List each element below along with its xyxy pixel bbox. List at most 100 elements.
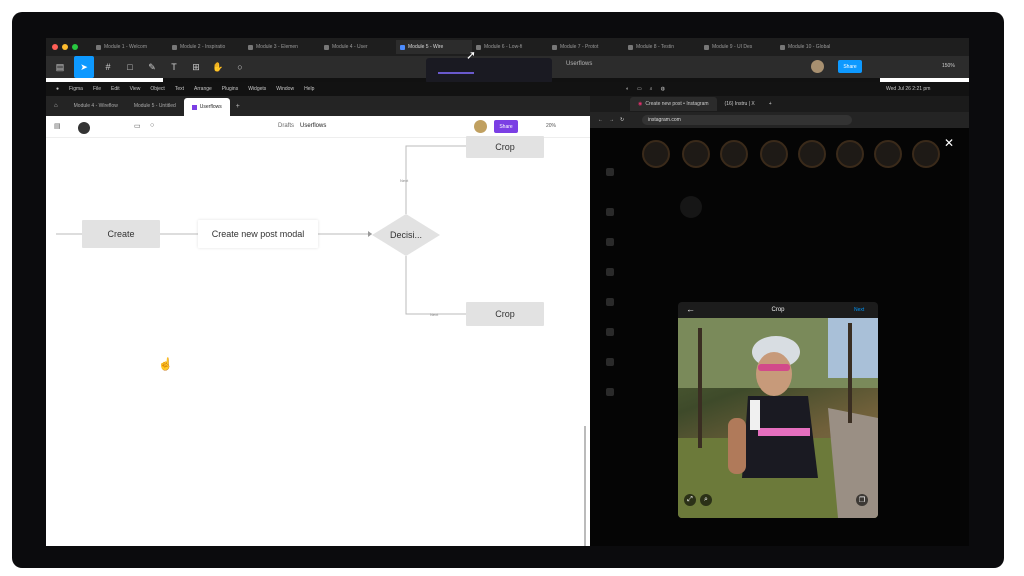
- tab-module-1[interactable]: Module 1 - Welcom: [92, 40, 168, 54]
- story-avatar[interactable]: [836, 140, 864, 168]
- aspect-ratio-icon[interactable]: ⤢: [684, 494, 696, 506]
- maximize-window-icon[interactable]: [72, 44, 78, 50]
- menu-item[interactable]: Arrange: [194, 86, 212, 92]
- frame-tool-icon[interactable]: #: [100, 59, 116, 75]
- nav-icon[interactable]: [606, 388, 614, 396]
- avatar[interactable]: [811, 60, 824, 73]
- menu-item[interactable]: View: [130, 86, 141, 92]
- file-icon: [704, 44, 709, 50]
- clock: Wed Jul 26 2:21 pm: [886, 86, 931, 92]
- file-icon: [628, 44, 633, 50]
- tab-other[interactable]: (16) Instru | X: [717, 97, 763, 111]
- apple-icon[interactable]: ●: [56, 86, 59, 92]
- menu-item[interactable]: Widgets: [248, 86, 266, 92]
- menu-item[interactable]: Text: [175, 86, 184, 92]
- nav-icon[interactable]: [606, 328, 614, 336]
- next-button[interactable]: Next: [854, 307, 864, 313]
- flow-node-decision[interactable]: Decisi...: [372, 214, 440, 256]
- story-avatar[interactable]: [874, 140, 902, 168]
- menu-item[interactable]: Object: [150, 86, 164, 92]
- instagram-browser-window: ◉ Create new post • Instagram (16) Instru…: [590, 96, 969, 546]
- nav-icon[interactable]: [606, 268, 614, 276]
- window-controls: [46, 44, 92, 50]
- menu-item[interactable]: Plugins: [222, 86, 238, 92]
- zoom-icon[interactable]: ⌕: [700, 494, 712, 506]
- tab-module-7[interactable]: Module 7 - Protot: [548, 40, 624, 54]
- comment-tool-icon[interactable]: ○: [232, 59, 248, 75]
- tab-module-5-untitled[interactable]: Module 5 - Untitled: [126, 98, 184, 114]
- tab-module-3[interactable]: Module 3 - Elemen: [244, 40, 320, 54]
- share-button[interactable]: Share: [838, 60, 862, 73]
- tab-module-4-wireflow[interactable]: Module 4 - Wireflow: [66, 98, 126, 114]
- url-field[interactable]: instagram.com: [642, 115, 852, 125]
- file-icon: [248, 44, 253, 50]
- story-avatar[interactable]: [720, 140, 748, 168]
- close-icon[interactable]: ✕: [944, 136, 954, 150]
- move-tool-icon[interactable]: ➤: [74, 56, 94, 78]
- story-avatar[interactable]: [642, 140, 670, 168]
- story-avatar[interactable]: [682, 140, 710, 168]
- tab-userflows[interactable]: Userflows: [183, 98, 230, 116]
- file-icon: [96, 44, 101, 50]
- home-icon[interactable]: ⌂: [46, 103, 66, 109]
- screen: Module 1 - Welcom Module 2 - Inspiratio …: [46, 38, 969, 546]
- scrollbar[interactable]: [584, 426, 586, 546]
- wifi-icon[interactable]: ◐: [626, 86, 629, 92]
- nav-icon[interactable]: [606, 298, 614, 306]
- status-icons: ◐ ▭ ⌕ ◍: [626, 86, 665, 92]
- new-tab-icon[interactable]: +: [230, 103, 246, 110]
- tab-module-6[interactable]: Module 6 - Low-fi: [472, 40, 548, 54]
- flow-node-create[interactable]: Create: [82, 220, 160, 248]
- modal-title: Crop: [771, 307, 785, 313]
- tab-module-9[interactable]: Module 9 - UI Des: [700, 40, 776, 54]
- tab-module-5[interactable]: Module 5 - Wire: [396, 40, 472, 54]
- hand-tool-icon[interactable]: ✋: [210, 59, 226, 75]
- control-center-icon[interactable]: ◍: [661, 86, 665, 92]
- minimize-window-icon[interactable]: [62, 44, 68, 50]
- forward-icon[interactable]: →: [603, 117, 614, 123]
- tab-instagram[interactable]: ◉ Create new post • Instagram: [630, 97, 717, 111]
- main-menu-icon[interactable]: ▤: [52, 59, 68, 75]
- close-window-icon[interactable]: [52, 44, 58, 50]
- nav-icon[interactable]: [606, 358, 614, 366]
- hand-cursor-icon: ☝: [158, 357, 173, 371]
- tab-module-2[interactable]: Module 2 - Inspiratio: [168, 40, 244, 54]
- battery-icon[interactable]: ▭: [637, 86, 642, 92]
- reload-icon[interactable]: ↻: [614, 117, 624, 123]
- nav-icon[interactable]: [606, 208, 614, 216]
- resources-icon[interactable]: ⊞: [188, 59, 204, 75]
- back-icon[interactable]: ←: [590, 117, 603, 123]
- story-avatar[interactable]: [912, 140, 940, 168]
- address-bar: ← → ↻ instagram.com: [590, 112, 969, 128]
- back-arrow-icon[interactable]: ←: [686, 304, 695, 314]
- zoom-level[interactable]: 150%: [942, 63, 955, 69]
- story-avatar[interactable]: [798, 140, 826, 168]
- flow-connectors: [56, 145, 466, 315]
- menu-item[interactable]: Window: [276, 86, 294, 92]
- nav-icon[interactable]: [606, 168, 614, 176]
- avatar: [680, 196, 702, 218]
- menu-item[interactable]: Edit: [111, 86, 120, 92]
- story-avatar[interactable]: [760, 140, 788, 168]
- gallery-icon[interactable]: ❐: [856, 494, 868, 506]
- menu-item[interactable]: File: [93, 86, 101, 92]
- figma-tab-bar: Module 1 - Welcom Module 2 - Inspiratio …: [46, 38, 969, 56]
- tab-module-4[interactable]: Module 4 - User: [320, 40, 396, 54]
- search-icon[interactable]: ⌕: [650, 86, 653, 92]
- menu-item[interactable]: Figma: [69, 86, 83, 92]
- nav-icon[interactable]: [606, 238, 614, 246]
- cursor-icon: ➚: [466, 48, 477, 62]
- flow-node-create-modal[interactable]: Create new post modal: [198, 220, 318, 248]
- flow-node-crop-bottom[interactable]: Crop: [466, 302, 544, 326]
- text-tool-icon[interactable]: T: [166, 59, 182, 75]
- tab-module-8[interactable]: Module 8 - Testin: [624, 40, 700, 54]
- pen-tool-icon[interactable]: ✎: [144, 59, 160, 75]
- macos-menu-bar: ● Figma File Edit View Object Text Arran…: [46, 82, 969, 96]
- shape-tool-icon[interactable]: □: [122, 59, 138, 75]
- tab-module-10[interactable]: Module 10 - Global: [776, 40, 852, 54]
- menu-item[interactable]: Help: [304, 86, 314, 92]
- figma-canvas[interactable]: ▤ ▭ ○ Drafts Userflows Share 20% Create C…: [46, 116, 590, 546]
- file-icon: [780, 44, 785, 50]
- new-tab-icon[interactable]: +: [763, 101, 778, 107]
- flow-node-crop-top[interactable]: Crop: [466, 136, 544, 158]
